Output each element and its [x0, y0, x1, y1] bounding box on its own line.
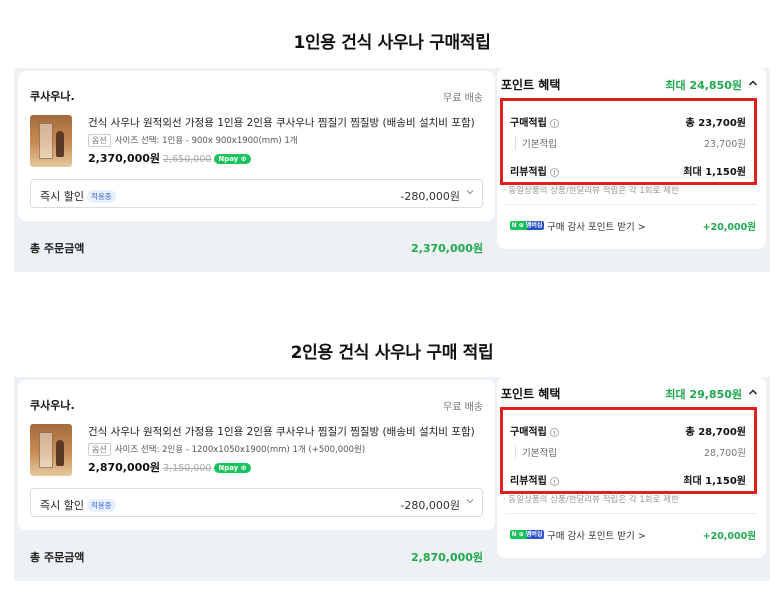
total-amount: 2,870,000원 — [411, 551, 484, 564]
purchase-points-value: 총 23,700원 — [685, 118, 746, 129]
instant-discount-dropdown[interactable]: 즉시 할인 적용중 -280,000원 — [30, 488, 483, 517]
base-points-value: 23,700원 — [704, 139, 746, 150]
npay-membership-badge: N ⊕ 멤버십 — [510, 530, 544, 539]
review-points-value: 최대 1,150원 — [683, 167, 746, 178]
sauna-door-shape — [39, 432, 53, 468]
sale-price: 2,870,000원 — [88, 461, 161, 474]
product-thumbnail[interactable] — [30, 424, 72, 476]
base-points-value: 28,700원 — [704, 448, 746, 459]
thanks-points-value: +20,000원 — [702, 222, 756, 233]
points-max: 최대 29,850원 — [665, 388, 742, 401]
shipping-label: 무료 배송 — [443, 402, 483, 413]
order-card: 쿠사우나. 무료 배송 건식 사우나 원적외선 가정용 1인용 2인용 쿠사우나… — [18, 380, 495, 530]
product-title[interactable]: 건식 사우나 원적외선 가정용 1인용 2인용 쿠사우나 찜질기 찜질방 (배송… — [88, 424, 478, 439]
discount-amount: -280,000원 — [400, 499, 460, 512]
discount-label: 즉시 할인 적용중 — [40, 188, 116, 204]
section-heading: 2인용 건식 사우나 구매 적립 — [290, 343, 494, 363]
purchase-points-label: 구매적립! — [510, 114, 559, 129]
chevron-down-icon[interactable] — [466, 188, 474, 196]
order-card: 쿠사우나. 무료 배송 건식 사우나 원적외선 가정용 1인용 2인용 쿠사우나… — [18, 71, 495, 221]
discount-label: 즉시 할인 적용중 — [40, 497, 116, 513]
option-text: 사이즈 선택: 2인용 - 1200x1050x1900(mm) — [114, 445, 290, 455]
purchase-points-label: 구매적립! — [510, 423, 559, 438]
info-icon[interactable]: ! — [549, 477, 559, 486]
person-shape — [56, 131, 64, 157]
shop-name[interactable]: 쿠사우나. — [30, 88, 75, 104]
instant-discount-dropdown[interactable]: 즉시 할인 적용중 -280,000원 — [30, 179, 483, 208]
person-shape — [56, 440, 64, 466]
npay-badge: Npay ⊕ — [214, 154, 251, 164]
discount-amount: -280,000원 — [400, 190, 460, 203]
product-price: 2,370,000원 2,650,000 Npay ⊕ — [88, 150, 251, 166]
divider — [505, 513, 757, 514]
shop-name[interactable]: 쿠사우나. — [30, 397, 75, 413]
points-title: 포인트 혜택 — [501, 78, 561, 92]
sale-price: 2,370,000원 — [88, 152, 161, 165]
info-icon[interactable]: ! — [549, 428, 559, 437]
sauna-door-shape — [39, 123, 53, 159]
total-label: 총 주문금액 — [30, 242, 85, 255]
section-heading: 1인용 건식 사우나 구매적립 — [293, 33, 491, 53]
product-title[interactable]: 건식 사우나 원적외선 가정용 1인용 2인용 쿠사우나 찜질기 찜질방 (배송… — [88, 115, 478, 130]
chevron-down-icon[interactable] — [466, 497, 474, 505]
total-label: 총 주문금액 — [30, 551, 85, 564]
points-note: · 동일상품의 상품/한달리뷰 적립은 각 1회로 제한 — [503, 186, 679, 196]
original-price: 3,150,000 — [163, 463, 212, 474]
quantity: 1개 — [284, 136, 298, 146]
order-summary-section: 쿠사우나. 무료 배송 건식 사우나 원적외선 가정용 1인용 2인용 쿠사우나… — [14, 68, 770, 272]
product-thumbnail[interactable] — [30, 115, 72, 167]
points-note: · 동일상품의 상품/한달리뷰 적립은 각 1회로 제한 — [503, 495, 679, 505]
option-text: 사이즈 선택: 1인용 - 900x 900x1900(mm) — [114, 136, 282, 146]
product-option: 옵션 사이즈 선택: 1인용 - 900x 900x1900(mm) 1개 — [88, 134, 298, 147]
review-points-value: 최대 1,150원 — [683, 476, 746, 487]
original-price: 2,650,000 — [163, 154, 212, 165]
info-icon[interactable]: ! — [549, 168, 559, 177]
npay-badge: Npay ⊕ — [214, 463, 251, 473]
discount-applied-tag: 적용중 — [86, 499, 116, 512]
points-benefit-card: 포인트 혜택 최대 29,850원 구매적립! 총 28,700원 기본적립 2… — [497, 377, 766, 558]
thanks-points-value: +20,000원 — [702, 531, 756, 542]
divider — [505, 204, 757, 205]
thanks-points-link[interactable]: 구매 감사 포인트 받기 > — [547, 219, 646, 233]
purchase-points-value: 총 28,700원 — [685, 427, 746, 438]
option-tag: 옵션 — [88, 443, 111, 456]
chevron-up-icon[interactable] — [748, 79, 758, 87]
thanks-points-link[interactable]: 구매 감사 포인트 받기 > — [547, 528, 646, 542]
points-max: 최대 24,850원 — [665, 79, 742, 92]
order-summary-section: 쿠사우나. 무료 배송 건식 사우나 원적외선 가정용 1인용 2인용 쿠사우나… — [14, 377, 770, 581]
npay-membership-badge: N ⊕ 멤버십 — [510, 221, 544, 230]
review-points-label: 리뷰적립! — [510, 472, 559, 487]
quantity: 1개 (+500,000원) — [292, 445, 366, 455]
chevron-up-icon[interactable] — [748, 388, 758, 396]
base-points-label: 기본적립 — [515, 445, 557, 459]
discount-applied-tag: 적용중 — [86, 190, 116, 203]
option-tag: 옵션 — [88, 134, 111, 147]
shipping-label: 무료 배송 — [443, 93, 483, 104]
product-price: 2,870,000원 3,150,000 Npay ⊕ — [88, 459, 251, 475]
points-benefit-card: 포인트 혜택 최대 24,850원 구매적립! 총 23,700원 기본적립 2… — [497, 68, 766, 249]
product-option: 옵션 사이즈 선택: 2인용 - 1200x1050x1900(mm) 1개 (+… — [88, 443, 365, 456]
points-title: 포인트 혜택 — [501, 387, 561, 401]
info-icon[interactable]: ! — [549, 119, 559, 128]
base-points-label: 기본적립 — [515, 136, 557, 150]
total-amount: 2,370,000원 — [411, 242, 484, 255]
review-points-label: 리뷰적립! — [510, 163, 559, 178]
